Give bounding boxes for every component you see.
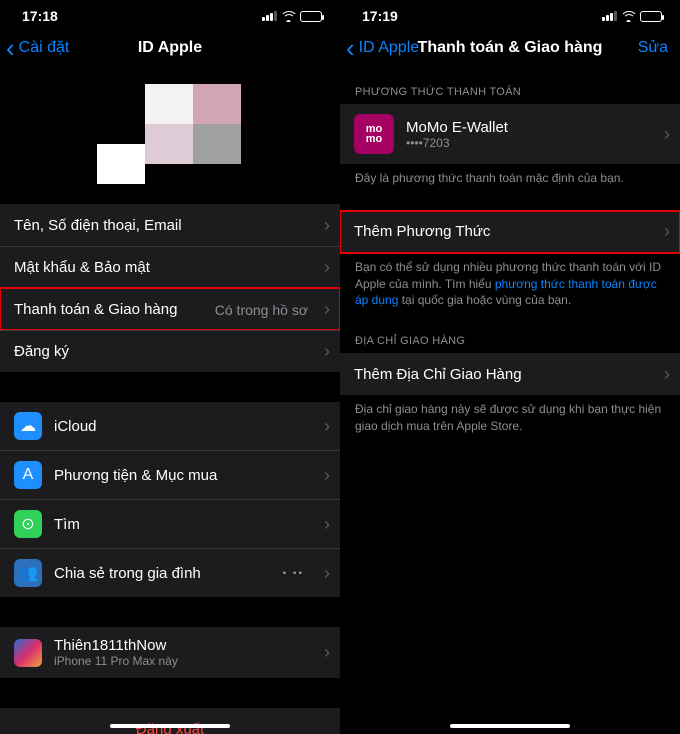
shipping-address-footer: Địa chỉ giao hàng này sẽ được sử dụng kh… xyxy=(340,395,680,441)
status-bar: 17:19 xyxy=(340,0,680,28)
add-payment-method-row[interactable]: Thêm Phương Thức › xyxy=(340,211,680,253)
row-label: Mật khẩu & Bảo mật xyxy=(14,259,150,276)
chevron-right-icon: › xyxy=(324,465,330,486)
payment-method-header: PHƯƠNG THỨC THANH TOÁN xyxy=(340,80,680,104)
screen-payment-shipping: 17:19 ID Apple Thanh toán & Giao hàng Sử… xyxy=(340,0,680,734)
row-label: Tên, Số điện thoại, Email xyxy=(14,217,182,234)
service-row[interactable]: ⊙ Tìm › xyxy=(0,499,340,548)
sign-out-button[interactable]: Đăng xuất xyxy=(0,708,340,734)
edit-button[interactable]: Sửa xyxy=(638,39,668,57)
momo-icon: momo xyxy=(354,114,394,154)
signout-group: Đăng xuất xyxy=(0,708,340,734)
service-row[interactable]: A Phương tiện & Mục mua › xyxy=(0,450,340,499)
chevron-right-icon: › xyxy=(324,416,330,437)
services-group: ☁︎ iCloud › A Phương tiện & Mục mua › ⊙ Tìm › 👥 Ch… xyxy=(0,402,340,597)
settings-row[interactable]: Đăng ký › xyxy=(0,330,340,372)
row-label: Tìm xyxy=(54,516,80,533)
cell-signal-icon xyxy=(262,11,277,21)
back-button[interactable]: Cài đặt xyxy=(6,39,69,57)
add-shipping-address-row[interactable]: Thêm Địa Chỉ Giao Hàng › xyxy=(340,353,680,395)
payment-method-row[interactable]: momo MoMo E-Wallet ••••7203 › xyxy=(340,104,680,164)
status-time: 17:18 xyxy=(22,8,58,24)
status-bar: 17:18 xyxy=(0,0,340,28)
devices-group: Thiên1811thNow iPhone 11 Pro Max này › xyxy=(0,627,340,678)
service-row[interactable]: 👥 Chia sẻ trong gia đình ▪ ▪▪ › xyxy=(0,548,340,597)
payment-methods-footer: Bạn có thể sử dụng nhiều phương thức tha… xyxy=(340,253,680,315)
back-button[interactable]: ID Apple xyxy=(346,39,419,57)
cell-signal-icon xyxy=(602,11,617,21)
device-name: Thiên1811thNow xyxy=(54,637,178,654)
row-label: iCloud xyxy=(54,418,97,435)
device-row[interactable]: Thiên1811thNow iPhone 11 Pro Max này › xyxy=(0,627,340,678)
wifi-icon xyxy=(281,11,296,22)
add-address-label: Thêm Địa Chỉ Giao Hàng xyxy=(354,366,522,383)
status-icons xyxy=(262,11,322,22)
app-icon: A xyxy=(14,461,42,489)
app-icon: 👥 xyxy=(14,559,42,587)
avatar[interactable] xyxy=(115,84,225,164)
chevron-right-icon: › xyxy=(324,642,330,663)
battery-icon xyxy=(300,11,322,22)
back-label: ID Apple xyxy=(359,39,419,57)
payment-name: MoMo E-Wallet xyxy=(406,119,508,136)
battery-icon xyxy=(640,11,662,22)
row-label: Thanh toán & Giao hàng xyxy=(14,301,177,318)
back-label: Cài đặt xyxy=(19,39,70,57)
chevron-right-icon: › xyxy=(324,215,330,236)
chevron-right-icon: › xyxy=(664,364,670,385)
home-indicator[interactable] xyxy=(450,724,570,728)
chevron-right-icon: › xyxy=(324,257,330,278)
profile-header xyxy=(0,68,340,194)
device-model: iPhone 11 Pro Max này xyxy=(54,654,178,668)
status-time: 17:19 xyxy=(362,8,398,24)
app-icon: ☁︎ xyxy=(14,412,42,440)
settings-row[interactable]: Thanh toán & Giao hàng Có trong hồ sơ › xyxy=(0,288,340,330)
nav-title: Thanh toán & Giao hàng xyxy=(418,39,603,57)
default-payment-footer: Đây là phương thức thanh toán mặc định c… xyxy=(340,164,680,193)
device-thumbnail-icon xyxy=(14,639,42,667)
chevron-right-icon: › xyxy=(324,299,330,320)
screen-apple-id: 17:18 Cài đặt ID Apple Tên, Số điện thoạ… xyxy=(0,0,340,734)
family-members-icon: ▪ ▪▪ xyxy=(283,568,304,579)
settings-row[interactable]: Tên, Số điện thoại, Email › xyxy=(0,204,340,246)
row-detail: Có trong hồ sơ xyxy=(215,302,308,318)
chevron-right-icon: › xyxy=(324,563,330,584)
service-row[interactable]: ☁︎ iCloud › xyxy=(0,402,340,450)
shipping-address-header: ĐỊA CHỈ GIAO HÀNG xyxy=(340,329,680,353)
add-payment-label: Thêm Phương Thức xyxy=(354,223,490,240)
row-label: Đăng ký xyxy=(14,343,69,360)
row-label: Chia sẻ trong gia đình xyxy=(54,565,201,582)
chevron-right-icon: › xyxy=(664,124,670,145)
chevron-right-icon: › xyxy=(324,514,330,535)
nav-bar: ID Apple Thanh toán & Giao hàng Sửa xyxy=(340,28,680,68)
nav-bar: Cài đặt ID Apple xyxy=(0,28,340,68)
chevron-right-icon: › xyxy=(664,221,670,242)
home-indicator[interactable] xyxy=(110,724,230,728)
account-settings-group: Tên, Số điện thoại, Email›Mật khẩu & Bảo… xyxy=(0,204,340,372)
payment-number: ••••7203 xyxy=(406,136,508,150)
status-icons xyxy=(602,11,662,22)
chevron-right-icon: › xyxy=(324,341,330,362)
wifi-icon xyxy=(621,11,636,22)
app-icon: ⊙ xyxy=(14,510,42,538)
nav-title: ID Apple xyxy=(138,39,202,57)
row-label: Phương tiện & Mục mua xyxy=(54,467,217,484)
settings-row[interactable]: Mật khẩu & Bảo mật › xyxy=(0,246,340,288)
